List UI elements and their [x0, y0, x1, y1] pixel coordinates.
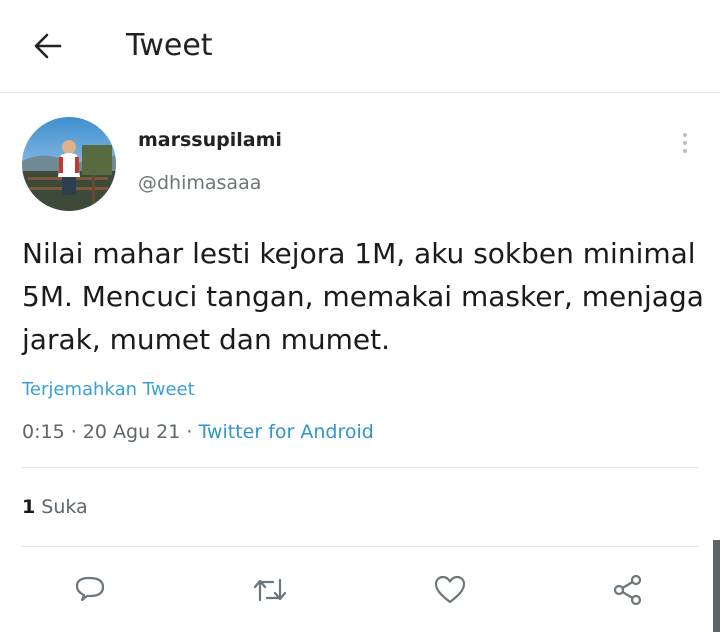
- avatar[interactable]: [22, 117, 116, 211]
- reply-icon: [75, 576, 105, 602]
- display-name[interactable]: marssupilami: [138, 129, 282, 151]
- share-button[interactable]: [608, 570, 648, 610]
- likes-label: Suka: [41, 496, 88, 518]
- more-dot: [683, 141, 687, 145]
- app-header: Tweet: [0, 0, 720, 93]
- user-handle[interactable]: @dhimasaaa: [138, 172, 261, 194]
- avatar-photo: [22, 117, 116, 211]
- more-options-button[interactable]: [670, 128, 700, 158]
- more-dot: [683, 149, 687, 153]
- tweet-text: Nilai mahar lesti kejora 1M, aku sokben …: [22, 237, 704, 356]
- share-icon: [613, 574, 642, 606]
- page-title: Tweet: [126, 28, 213, 63]
- tweet-date: 20 Agu 21: [82, 421, 181, 443]
- meta-separator: ·: [180, 421, 199, 443]
- arrow-left-icon: [34, 33, 62, 59]
- back-button[interactable]: [28, 26, 68, 66]
- tweet-source-link[interactable]: Twitter for Android: [198, 421, 373, 443]
- divider: [22, 467, 698, 468]
- more-dot: [683, 133, 687, 137]
- likes-number: 1: [22, 496, 36, 518]
- scrollbar[interactable]: [713, 540, 720, 632]
- tweet-meta: 0:15 · 20 Agu 21 · Twitter for Android: [22, 421, 374, 443]
- tweet-time: 0:15: [22, 421, 65, 443]
- translate-tweet-link[interactable]: Terjemahkan Tweet: [22, 379, 195, 400]
- retweet-button[interactable]: [250, 570, 290, 610]
- likes-count[interactable]: 1 Suka: [22, 496, 88, 518]
- meta-separator: ·: [64, 421, 83, 443]
- divider: [22, 546, 698, 547]
- heart-icon: [434, 575, 466, 604]
- tweet-actions: [0, 560, 720, 620]
- like-button[interactable]: [430, 570, 470, 610]
- reply-button[interactable]: [70, 570, 110, 610]
- retweet-icon: [253, 578, 287, 602]
